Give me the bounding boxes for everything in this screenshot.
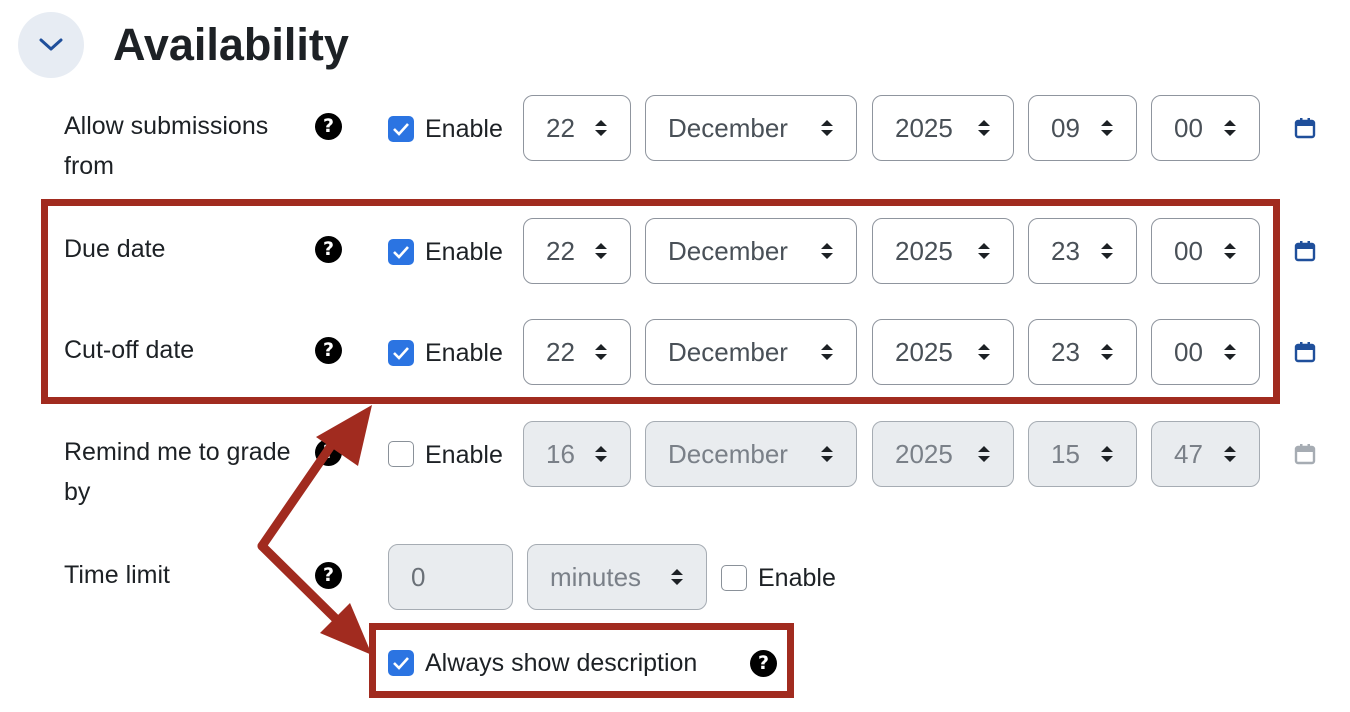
annotation-arrows bbox=[257, 405, 372, 655]
